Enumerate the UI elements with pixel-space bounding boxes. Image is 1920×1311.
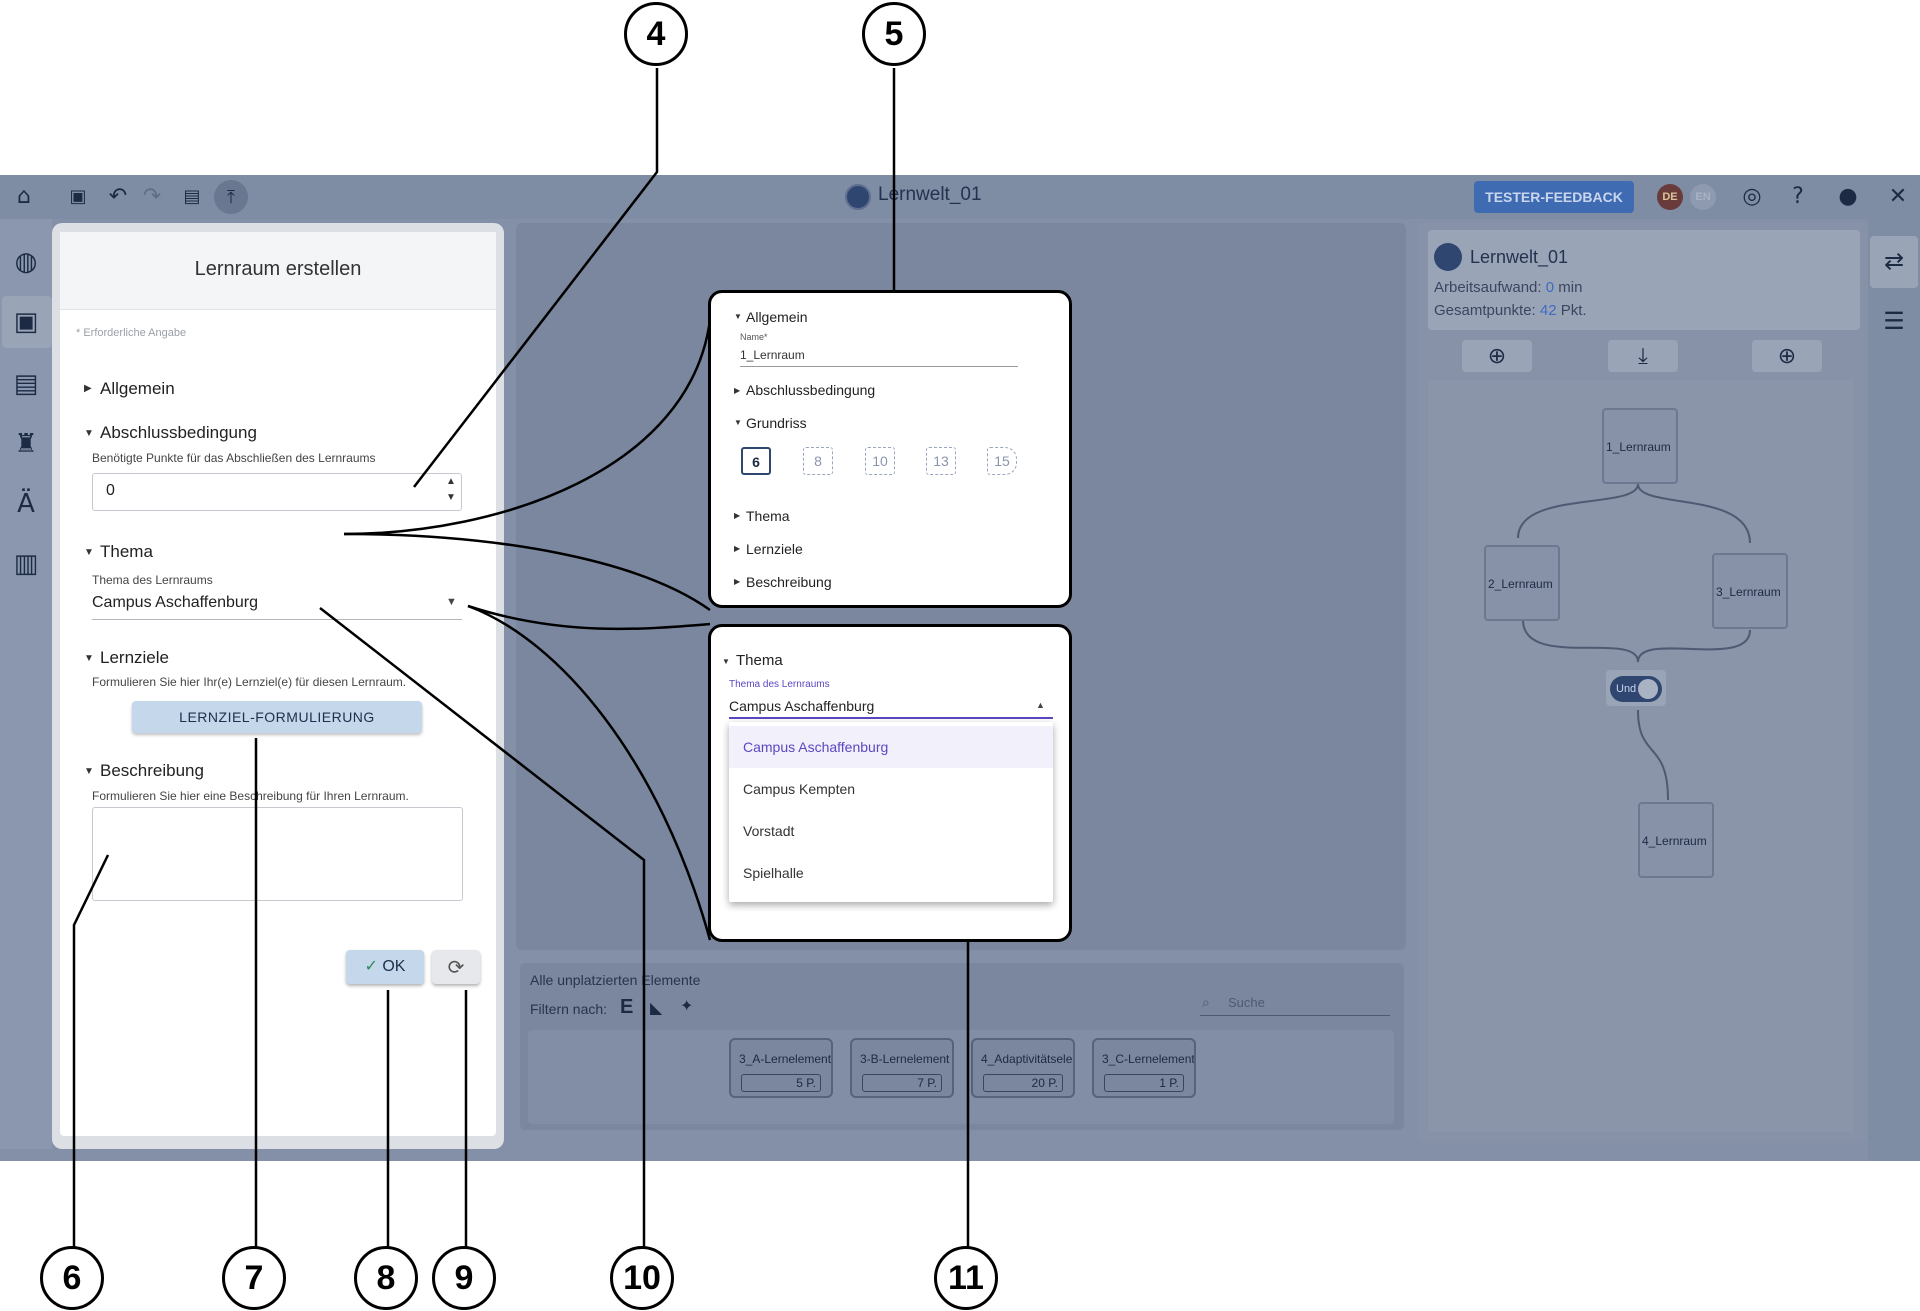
expand-caret-icon: ▶ (734, 577, 741, 586)
marker-4: 4 (624, 2, 688, 66)
marker-11: 11 (934, 1246, 998, 1310)
marker-6: 6 (40, 1246, 104, 1310)
callout-allgemein: Allgemein (746, 309, 808, 325)
callout2-underline (729, 717, 1053, 719)
annotated-screenshot: ⌂ ▣ ↶ ↷ ▤ ⤒ Lernwelt_01 TESTER-FEEDBACK … (0, 0, 1920, 1311)
dropdown-option[interactable]: Campus Kempten (729, 768, 1053, 810)
dropdown-option[interactable]: Campus Aschaffenburg (729, 726, 1053, 768)
marker-7: 7 (222, 1246, 286, 1310)
floorplan-option: 8 (803, 447, 833, 475)
callout2-theme-value: Campus Aschaffenburg (729, 698, 875, 714)
floorplan-option: 6 (741, 447, 771, 475)
expand-caret-icon: ▶ (734, 511, 741, 520)
floorplan-option: 15 (987, 447, 1017, 475)
marker-10: 10 (610, 1246, 674, 1310)
callout-beschreibung: Beschreibung (746, 574, 832, 590)
callout2-thema: Thema (736, 652, 783, 669)
marker-5: 5 (862, 2, 926, 66)
callout2-theme-label: Thema des Lernraums (729, 679, 830, 690)
expand-caret-icon: ▶ (734, 386, 741, 395)
name-label: Name* (740, 332, 768, 342)
dropdown-option[interactable]: Spielhalle (729, 852, 1053, 894)
collapse-caret-icon: ▼ (734, 312, 742, 321)
collapse-caret-icon: ▼ (722, 657, 730, 666)
marker-9: 9 (432, 1246, 496, 1310)
callout-lernziele: Lernziele (746, 541, 803, 557)
callout-abschluss: Abschlussbedingung (746, 382, 876, 398)
dropdown-caret-up-icon: ▲ (1036, 700, 1045, 710)
marker-8: 8 (354, 1246, 418, 1310)
name-underline (740, 366, 1018, 367)
floorplan-option: 13 (926, 447, 956, 475)
collapse-caret-icon: ▼ (734, 418, 742, 427)
name-value: 1_Lernraum (740, 348, 805, 362)
expand-caret-icon: ▶ (734, 544, 741, 553)
callout-thema: Thema (746, 508, 790, 524)
floorplan-option: 10 (865, 447, 895, 475)
callout-grundriss: Grundriss (746, 415, 807, 431)
dropdown-option[interactable]: Vorstadt (729, 810, 1053, 852)
